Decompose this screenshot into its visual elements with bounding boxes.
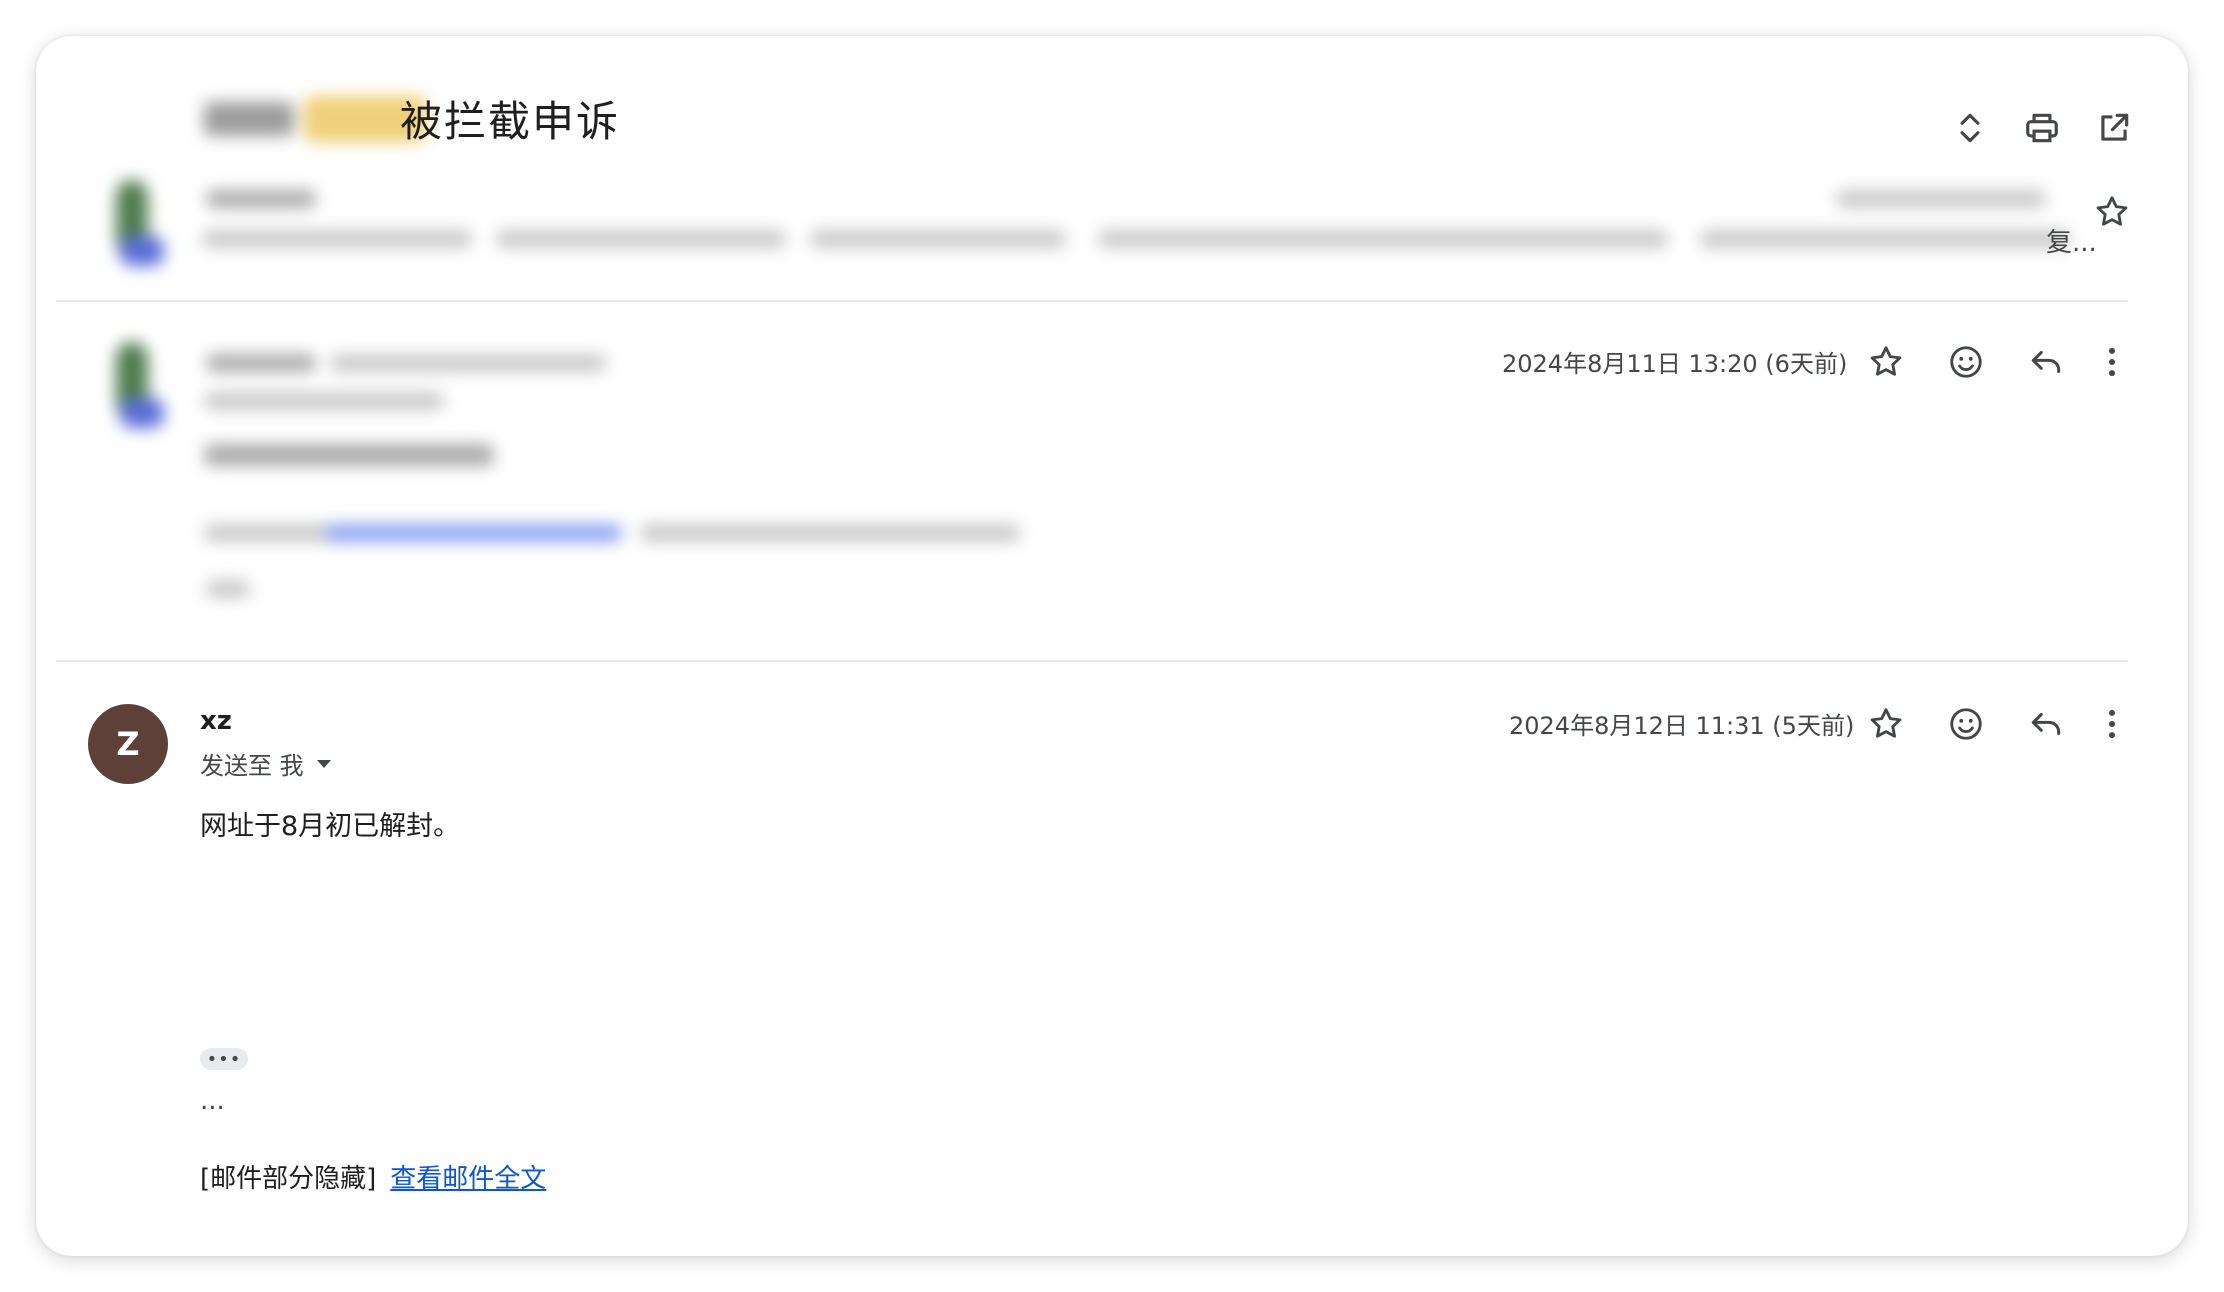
- clipped-message-note: [邮件部分隐藏] 查看邮件全文: [200, 1158, 546, 1195]
- open-in-new-window-button[interactable]: [2082, 96, 2146, 160]
- more-vert-icon: [2108, 347, 2116, 377]
- star-outline-icon: [2096, 196, 2128, 226]
- more-options-button[interactable]: [2080, 330, 2144, 394]
- open-in-new-icon: [2101, 113, 2129, 141]
- show-trimmed-content-button[interactable]: •••: [200, 1048, 248, 1070]
- print-icon: [2026, 113, 2058, 143]
- print-button[interactable]: [2010, 96, 2074, 160]
- message-divider: [56, 660, 2128, 662]
- thread-subject: 被拦截申诉: [400, 97, 621, 146]
- sender-name[interactable]: xz: [200, 706, 232, 736]
- more-options-button[interactable]: [2080, 692, 2144, 756]
- reply-button[interactable]: [2014, 330, 2078, 394]
- sender-avatar[interactable]: Z: [88, 704, 168, 784]
- emoji-icon: [1950, 708, 1982, 740]
- avatar: [100, 342, 170, 452]
- message-timestamp: 2024年8月11日 13:20 (6天前): [1502, 350, 1848, 378]
- reply-icon: [2031, 350, 2061, 374]
- star-button[interactable]: [1854, 692, 1918, 756]
- view-entire-message-link[interactable]: 查看邮件全文: [390, 1164, 546, 1194]
- avatar: [100, 180, 170, 290]
- star-button[interactable]: [2080, 180, 2144, 244]
- recipient-label: 发送至 我: [200, 752, 304, 780]
- add-reaction-button[interactable]: [1934, 330, 1998, 394]
- star-outline-icon: [1870, 346, 1902, 376]
- recipient-details-toggle[interactable]: 发送至 我: [200, 746, 332, 781]
- star-button[interactable]: [1854, 330, 1918, 394]
- clipped-message-label: [邮件部分隐藏]: [200, 1164, 377, 1194]
- more-vert-icon: [2108, 709, 2116, 739]
- unfold-icon: [1960, 113, 1980, 143]
- reply-button[interactable]: [2014, 692, 2078, 756]
- subject-redacted-prefix: [204, 92, 426, 144]
- reply-icon: [2031, 712, 2061, 736]
- expand-all-button[interactable]: [1938, 96, 2002, 160]
- emoji-icon: [1950, 346, 1982, 378]
- add-reaction-button[interactable]: [1934, 692, 1998, 756]
- star-outline-icon: [1870, 708, 1902, 738]
- message-body: 网址于8月初已解封。: [200, 811, 461, 842]
- message-timestamp: 2024年8月12日 11:31 (5天前): [1509, 712, 1855, 740]
- caret-down-icon: [316, 759, 331, 768]
- email-thread-card: 被拦截申诉 复... 2024年8月11日 13:20 (6天前) Z xz 发…: [36, 36, 2188, 1256]
- message-divider: [56, 300, 2128, 302]
- trimmed-dots: ...: [200, 1086, 225, 1116]
